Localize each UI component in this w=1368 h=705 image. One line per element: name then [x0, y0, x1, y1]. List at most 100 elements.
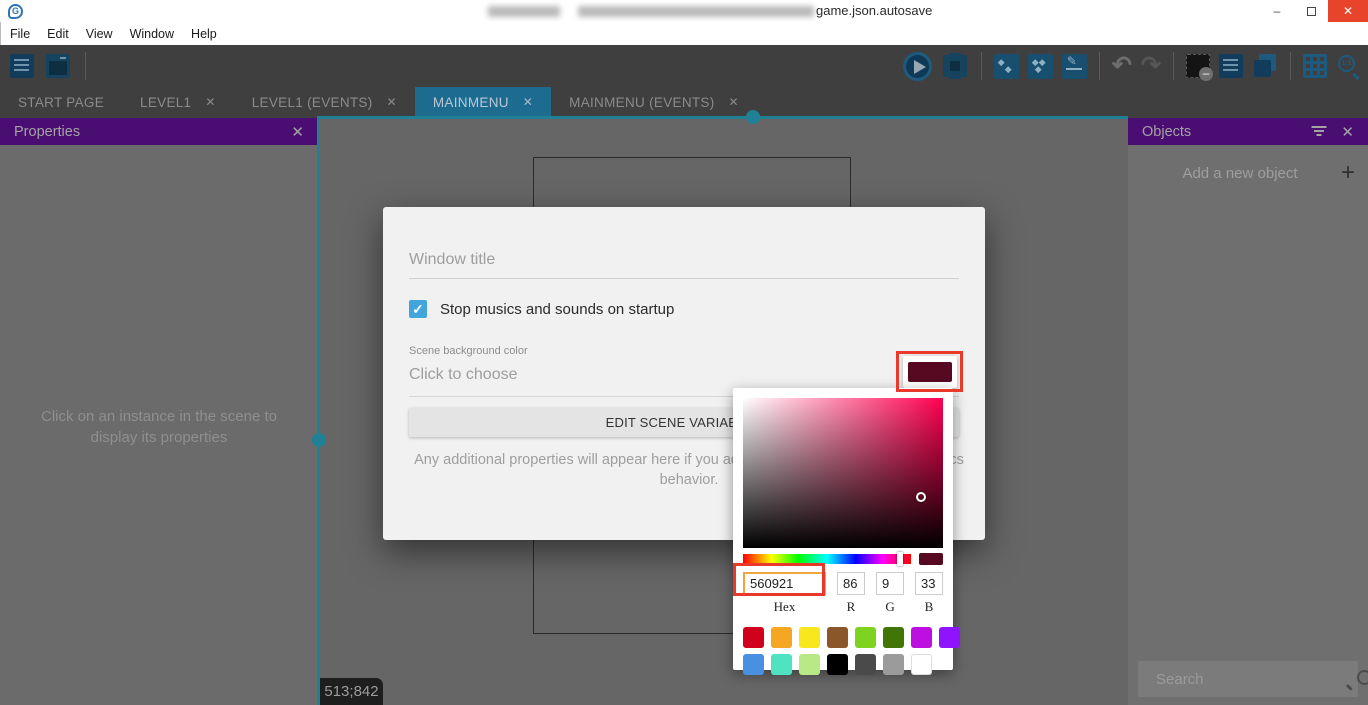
filter-icon[interactable]: [1311, 126, 1327, 138]
color-swatch[interactable]: [827, 627, 848, 648]
tab-bar: START PAGE LEVEL1✕ LEVEL1 (EVENTS)✕ MAIN…: [0, 87, 1368, 117]
menu-edit[interactable]: Edit: [47, 27, 69, 41]
document-title: game.json.autosave: [816, 3, 932, 18]
color-swatch[interactable]: [743, 654, 764, 675]
close-tab-icon[interactable]: ✕: [523, 95, 533, 109]
menu-bar: File Edit View Window Help: [0, 22, 1368, 45]
close-panel-icon[interactable]: ✕: [291, 123, 304, 141]
undo-icon[interactable]: ↶: [1112, 54, 1132, 78]
blue-field: B: [915, 572, 943, 615]
field-underline: [409, 278, 959, 279]
color-swatch[interactable]: [939, 627, 960, 648]
splitter-handle-dot[interactable]: [312, 433, 326, 447]
color-swatch[interactable]: [771, 654, 792, 675]
red-field: R: [837, 572, 865, 615]
toolbar-separator: [85, 52, 86, 80]
grid-icon[interactable]: [1303, 54, 1327, 78]
color-swatch[interactable]: [911, 654, 932, 675]
toolbar-separator: [1099, 52, 1100, 80]
objects-editor-icon[interactable]: ◆◆: [994, 54, 1019, 79]
horizontal-splitter[interactable]: [320, 116, 1128, 119]
instances-editor-icon[interactable]: ◆◆◆: [1028, 54, 1053, 79]
window-title-field[interactable]: Window title: [409, 251, 959, 279]
color-swatch[interactable]: [771, 627, 792, 648]
stop-sounds-row: ✓ Stop musics and sounds on startup: [409, 300, 959, 318]
close-panel-icon[interactable]: ✕: [1341, 123, 1354, 141]
menu-view[interactable]: View: [86, 27, 113, 41]
color-picker-popover: Hex R G B: [733, 388, 953, 670]
hex-label: Hex: [774, 599, 796, 615]
color-swatch[interactable]: [883, 654, 904, 675]
add-object-row[interactable]: Add a new object +: [1128, 155, 1368, 191]
start-page-icon[interactable]: [46, 54, 70, 78]
menu-window[interactable]: Window: [130, 27, 174, 41]
blue-input[interactable]: [915, 572, 943, 595]
hue-slider-handle[interactable]: [897, 552, 903, 566]
toolbar-separator: [1290, 52, 1291, 80]
menu-file[interactable]: File: [10, 27, 30, 41]
plus-icon[interactable]: +: [1328, 159, 1368, 187]
toolbar-left-group: [0, 52, 89, 80]
window-title-placeholder: Window title: [409, 251, 959, 269]
add-object-label: Add a new object: [1128, 165, 1328, 182]
maximize-button[interactable]: [1294, 0, 1328, 22]
tab-mainmenu[interactable]: MAINMENU✕: [415, 87, 551, 117]
objects-panel: Objects ✕ Add a new object +: [1128, 118, 1368, 705]
menu-help[interactable]: Help: [191, 27, 217, 41]
annotation-rect-hex: [733, 563, 825, 596]
project-manager-icon[interactable]: [10, 54, 34, 78]
maximize-icon: [1307, 7, 1316, 16]
properties-empty-text: Click on an instance in the scene to dis…: [16, 406, 302, 448]
close-tab-icon[interactable]: ✕: [729, 95, 739, 109]
color-swatch[interactable]: [799, 654, 820, 675]
properties-panel-header: Properties ✕: [0, 118, 318, 145]
color-swatch[interactable]: [799, 627, 820, 648]
preset-swatch-grid: [743, 627, 943, 675]
red-input[interactable]: [837, 572, 865, 595]
layers-icon[interactable]: [1252, 53, 1278, 79]
stop-sounds-label: Stop musics and sounds on startup: [440, 301, 674, 318]
scene-properties-icon[interactable]: ✎: [1062, 54, 1087, 79]
play-preview-icon[interactable]: [903, 52, 932, 81]
color-swatch[interactable]: [883, 627, 904, 648]
zoom-1-1-icon[interactable]: 1:1: [1336, 53, 1362, 79]
blurred-path-segment: [578, 6, 814, 17]
color-swatch[interactable]: [743, 627, 764, 648]
tab-start-page[interactable]: START PAGE: [0, 87, 122, 117]
color-swatch[interactable]: [911, 627, 932, 648]
splitter-handle-dot[interactable]: [746, 110, 760, 124]
objects-panel-header: Objects ✕: [1128, 118, 1368, 145]
tab-level1[interactable]: LEVEL1✕: [122, 87, 234, 117]
vertical-splitter[interactable]: [317, 116, 320, 705]
blue-label: B: [925, 599, 934, 615]
red-label: R: [847, 599, 856, 615]
green-input[interactable]: [876, 572, 904, 595]
close-tab-icon[interactable]: ✕: [387, 95, 397, 109]
saturation-cursor[interactable]: [916, 492, 926, 502]
gdevelop-logo-icon: G: [8, 4, 23, 19]
properties-panel-title: Properties: [14, 124, 80, 140]
cursor-coordinates-badge: 513;842: [320, 678, 383, 705]
annotation-rect-swatch: [896, 351, 963, 392]
instances-list-icon[interactable]: [1219, 54, 1243, 78]
mask-icon[interactable]: [1186, 54, 1210, 78]
color-swatch[interactable]: [827, 654, 848, 675]
saturation-area[interactable]: [743, 398, 943, 548]
close-tab-icon[interactable]: ✕: [205, 95, 215, 109]
close-button[interactable]: ✕: [1328, 0, 1368, 22]
stop-sounds-checkbox[interactable]: ✓: [409, 300, 427, 318]
debug-icon[interactable]: [947, 57, 963, 75]
color-swatch[interactable]: [855, 654, 876, 675]
color-swatch[interactable]: [855, 627, 876, 648]
minimize-button[interactable]: –: [1260, 0, 1294, 22]
objects-search-bar: [1138, 661, 1358, 697]
gdevelop-window: G game.json.autosave – ✕ File Edit View …: [0, 0, 1368, 705]
toolbar-right-group: ◆◆ ◆◆◆ ✎ ↶ ↷ 1:1: [903, 52, 1362, 81]
tab-level1-events[interactable]: LEVEL1 (EVENTS)✕: [234, 87, 415, 117]
search-input[interactable]: [1138, 671, 1355, 688]
window-controls: – ✕: [1260, 0, 1368, 22]
bg-color-value[interactable]: Click to choose: [409, 366, 518, 383]
tab-mainmenu-events[interactable]: MAINMENU (EVENTS)✕: [551, 87, 757, 117]
redo-icon[interactable]: ↷: [1141, 54, 1161, 78]
objects-panel-title: Objects: [1142, 124, 1191, 140]
